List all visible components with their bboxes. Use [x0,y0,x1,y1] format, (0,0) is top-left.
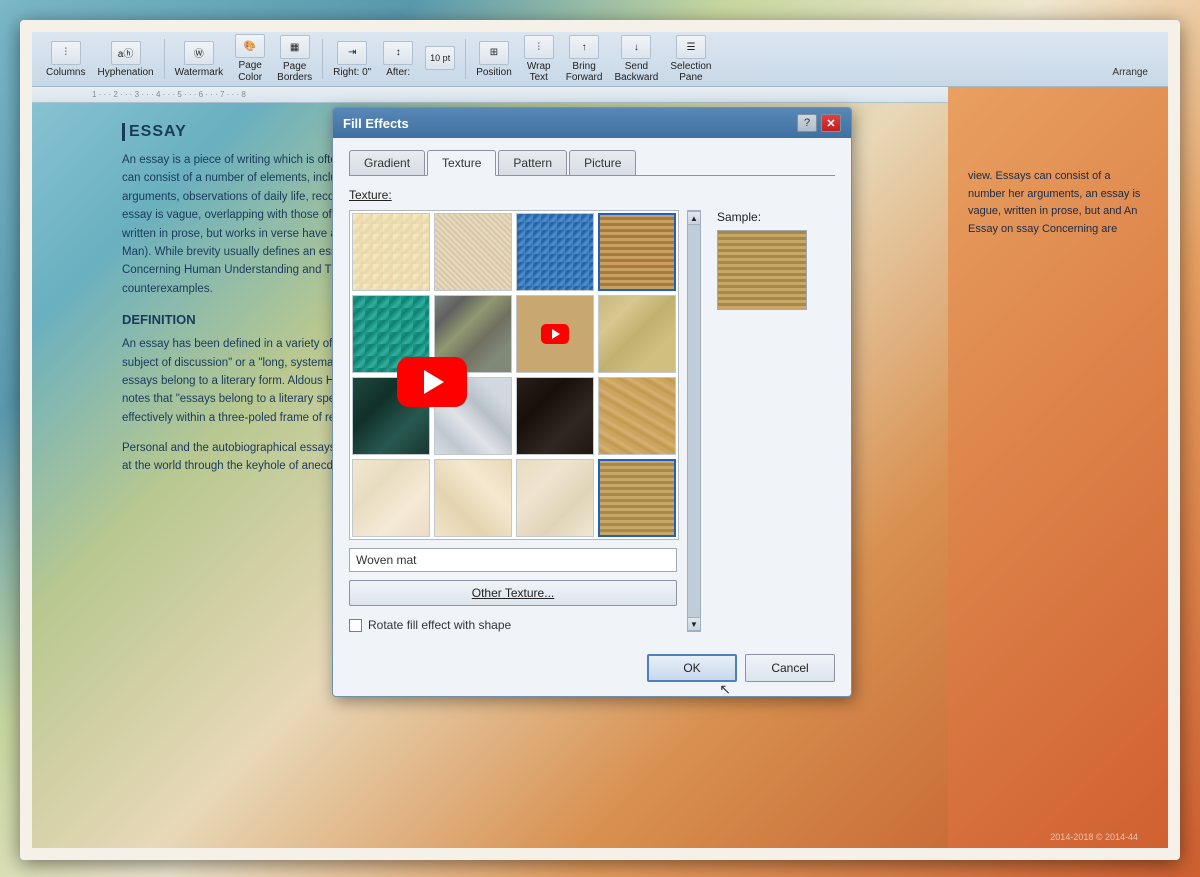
arrange-label: Arrange [1112,67,1148,78]
dialog-footer: OK Cancel ↖ [333,644,851,696]
texture-cell-16-selected[interactable] [598,459,676,537]
rotate-checkbox[interactable] [349,619,362,632]
toolbar-bring-forward[interactable]: ↑ Bring Forward [566,35,603,83]
toolbar-hyphenation[interactable]: aⓗ Hyphenation [97,41,153,78]
toolbar-page-borders[interactable]: ▦ Page Borders [277,35,312,83]
tab-texture[interactable]: Texture [427,150,496,176]
texture-cell-14[interactable] [434,459,512,537]
sample-preview [717,230,807,310]
toolbar-page-color[interactable]: 🎨 Page Color [235,34,265,84]
texture-grid-container: Woven mat Other Texture... Rotate fill e… [349,210,835,632]
texture-cell-13[interactable] [352,459,430,537]
timestamp: 2014-2018 © 2014-44 [1050,832,1138,842]
ok-button[interactable]: OK [647,654,737,682]
toolbar-watermark[interactable]: Ⓦ Watermark [175,41,224,78]
toolbar-right[interactable]: ⇥ Right: 0" [333,41,371,78]
tab-gradient[interactable]: Gradient [349,150,425,175]
hyphenation-icon: aⓗ [111,41,141,65]
right-indent-icon: ⇥ [337,41,367,65]
wrap-text-icon: ⫶ [524,35,554,59]
dialog-title: Fill Effects [343,116,409,131]
toolbar-position[interactable]: ⊞ Position [476,41,512,78]
scrollbar-track [688,225,700,617]
page-borders-icon: ▦ [280,35,310,59]
send-backward-icon: ↓ [621,35,651,59]
page-color-icon: 🎨 [235,34,265,58]
toolbar-10pt[interactable]: 10 pt [425,46,455,72]
toolbar-sep-2 [322,39,323,79]
sample-label: Sample: [717,210,807,224]
polaroid-frame: ⫶ Columns aⓗ Hyphenation Ⓦ Watermark 🎨 P… [20,20,1180,860]
texture-cell-15[interactable] [516,459,594,537]
dialog-titlebar: Fill Effects ? ✕ [333,108,851,138]
texture-cell-12[interactable] [598,377,676,455]
scrollbar-down-arrow[interactable]: ▼ [687,617,701,631]
toolbar-sep-3 [465,39,466,79]
youtube-icon[interactable] [397,357,467,407]
rotate-checkbox-row: Rotate fill effect with shape [349,618,679,632]
scrollbar-up-arrow[interactable]: ▲ [687,211,701,225]
toolbar-send-backward[interactable]: ↓ Send Backward [614,35,658,83]
toolbar: ⫶ Columns aⓗ Hyphenation Ⓦ Watermark 🎨 P… [32,32,1168,87]
bring-forward-icon: ↑ [569,35,599,59]
tab-picture[interactable]: Picture [569,150,636,175]
cancel-button[interactable]: Cancel [745,654,835,682]
texture-cell-7[interactable] [516,295,594,373]
texture-cell-11[interactable] [516,377,594,455]
texture-cell-3[interactable] [516,213,594,291]
pt-value-icon: 10 pt [425,46,455,70]
tab-pattern[interactable]: Pattern [498,150,567,175]
texture-cell-1[interactable] [352,213,430,291]
texture-cell-8[interactable] [598,295,676,373]
texture-cell-2[interactable] [434,213,512,291]
watermark-icon: Ⓦ [184,41,214,65]
toolbar-selection-pane[interactable]: ☰ Selection Pane [670,35,711,83]
texture-cell-4[interactable] [598,213,676,291]
selection-pane-icon: ☰ [676,35,706,59]
dialog-help-button[interactable]: ? [797,114,817,132]
dialog-overlay: Fill Effects ? ✕ Gradient Texture Patter… [32,87,1168,848]
position-icon: ⊞ [479,41,509,65]
dialog-title-controls: ? ✕ [797,114,841,132]
toolbar-columns[interactable]: ⫶ Columns [46,41,85,78]
texture-section-label: Texture: [349,188,835,202]
cursor-icon: ↖ [719,681,731,698]
tab-bar: Gradient Texture Pattern Picture [349,150,835,176]
dialog-close-button[interactable]: ✕ [821,114,841,132]
toolbar-wrap-text[interactable]: ⫶ Wrap Text [524,35,554,83]
columns-icon: ⫶ [51,41,81,65]
grid-scrollbar[interactable]: ▲ ▼ [687,210,701,632]
toolbar-sep-1 [164,39,165,79]
after-spacing-icon: ↕ [383,41,413,65]
other-texture-button[interactable]: Other Texture... [349,580,677,606]
texture-name-field[interactable]: Woven mat [349,548,677,572]
toolbar-after[interactable]: ↕ After: [383,41,413,78]
